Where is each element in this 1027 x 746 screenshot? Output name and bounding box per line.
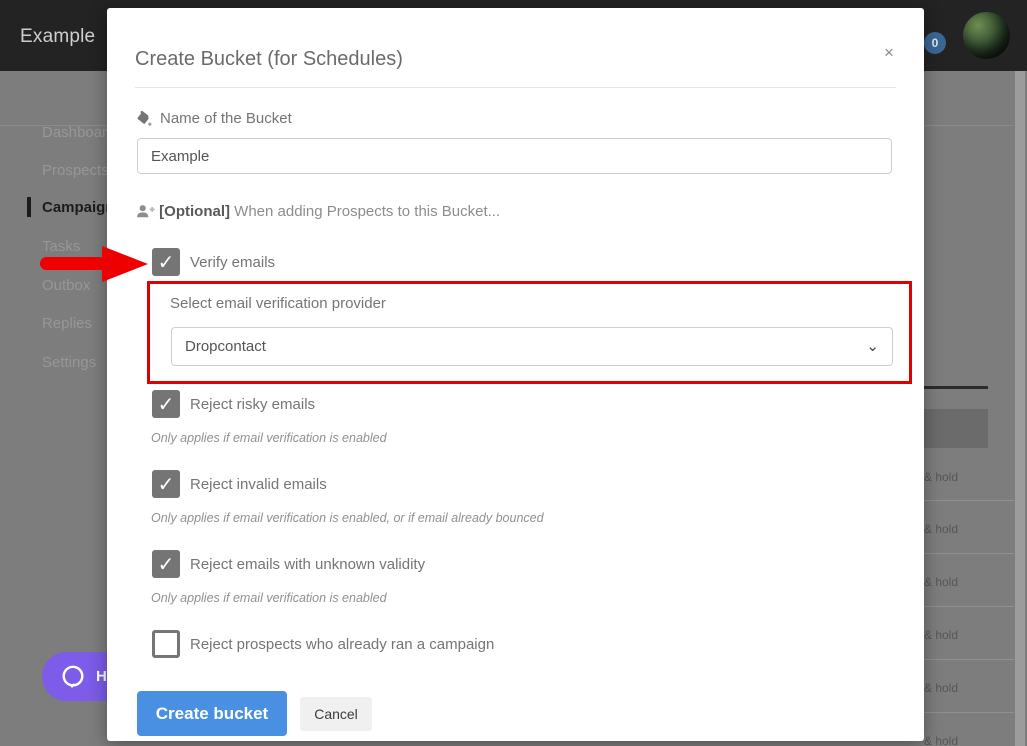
optional-badge: [Optional]	[159, 203, 230, 220]
optional-section-label: [Optional] When adding Prospects to this…	[136, 203, 500, 220]
modal-title-divider	[135, 87, 896, 88]
reject-already-ran-label: Reject prospects who already ran a campa…	[190, 636, 494, 653]
sidebar-item-settings[interactable]: Settings	[42, 350, 96, 374]
create-bucket-button[interactable]: Create bucket	[137, 691, 287, 736]
reject-already-ran-row[interactable]: Reject prospects who already ran a campa…	[152, 630, 494, 658]
provider-select-label: Select email verification provider	[170, 295, 386, 312]
sidebar-item-outbox[interactable]: Outbox	[42, 273, 90, 297]
beacon-label: H	[96, 668, 107, 685]
reject-invalid-note: Only applies if email verification is en…	[151, 511, 544, 525]
fill-bucket-icon	[136, 110, 153, 127]
chat-bubble-icon	[60, 664, 86, 690]
background-table-row: & hold	[924, 628, 1014, 642]
optional-text: When adding Prospects to this Bucket...	[230, 203, 500, 220]
reject-risky-note: Only applies if email verification is en…	[151, 431, 387, 445]
workspace-title: Example	[20, 26, 95, 48]
bucket-name-label: Name of the Bucket	[136, 110, 292, 127]
reject-invalid-row[interactable]: ✓ Reject invalid emails	[152, 470, 327, 498]
background-table-row: & hold	[924, 734, 1014, 746]
modal-title: Create Bucket (for Schedules)	[135, 48, 403, 71]
page-scrollbar[interactable]	[1015, 71, 1025, 746]
reject-risky-checkbox[interactable]: ✓	[152, 390, 180, 418]
user-avatar[interactable]	[963, 12, 1010, 59]
provider-selected-value: Dropcontact	[185, 338, 266, 355]
reject-invalid-checkbox[interactable]: ✓	[152, 470, 180, 498]
check-icon: ✓	[158, 250, 175, 275]
app-screen: Example 0 Dashboard Prospects Campaigns …	[0, 0, 1027, 746]
check-icon: ✓	[158, 472, 175, 497]
provider-select-dropdown[interactable]: Dropcontact ⌄	[171, 327, 893, 366]
reject-already-ran-checkbox[interactable]	[152, 630, 180, 658]
bucket-name-label-text: Name of the Bucket	[160, 110, 292, 127]
verify-emails-checkbox[interactable]: ✓	[152, 248, 180, 276]
reject-risky-label: Reject risky emails	[190, 396, 315, 413]
sidebar-item-tasks[interactable]: Tasks	[42, 234, 80, 258]
background-table-row: & hold	[924, 681, 1014, 695]
reject-unknown-checkbox[interactable]: ✓	[152, 550, 180, 578]
background-table-row: & hold	[924, 522, 1014, 536]
verify-emails-label: Verify emails	[190, 254, 275, 271]
sidebar-item-replies[interactable]: Replies	[42, 311, 92, 335]
chevron-down-icon: ⌄	[866, 342, 879, 352]
reject-invalid-label: Reject invalid emails	[190, 476, 327, 493]
bucket-name-input[interactable]	[137, 138, 892, 174]
reject-unknown-row[interactable]: ✓ Reject emails with unknown validity	[152, 550, 425, 578]
background-table-row: & hold	[924, 470, 1014, 484]
reject-risky-row[interactable]: ✓ Reject risky emails	[152, 390, 315, 418]
notification-badge[interactable]: 0	[924, 32, 946, 54]
close-icon[interactable]: ×	[877, 41, 901, 65]
create-bucket-modal: Create Bucket (for Schedules) × Name of …	[107, 8, 924, 741]
background-table-row: & hold	[924, 575, 1014, 589]
provider-label-text: Select email verification provider	[170, 295, 386, 312]
check-icon: ✓	[158, 392, 175, 417]
sidebar-item-dashboard[interactable]: Dashboard	[42, 120, 115, 144]
user-plus-icon	[136, 204, 155, 218]
check-icon: ✓	[158, 552, 175, 577]
verify-emails-row[interactable]: ✓ Verify emails	[152, 248, 275, 276]
cancel-button[interactable]: Cancel	[300, 697, 372, 731]
sidebar-active-indicator	[27, 197, 31, 217]
reject-unknown-note: Only applies if email verification is en…	[151, 591, 387, 605]
sidebar-item-prospects[interactable]: Prospects	[42, 158, 109, 182]
reject-unknown-label: Reject emails with unknown validity	[190, 556, 425, 573]
